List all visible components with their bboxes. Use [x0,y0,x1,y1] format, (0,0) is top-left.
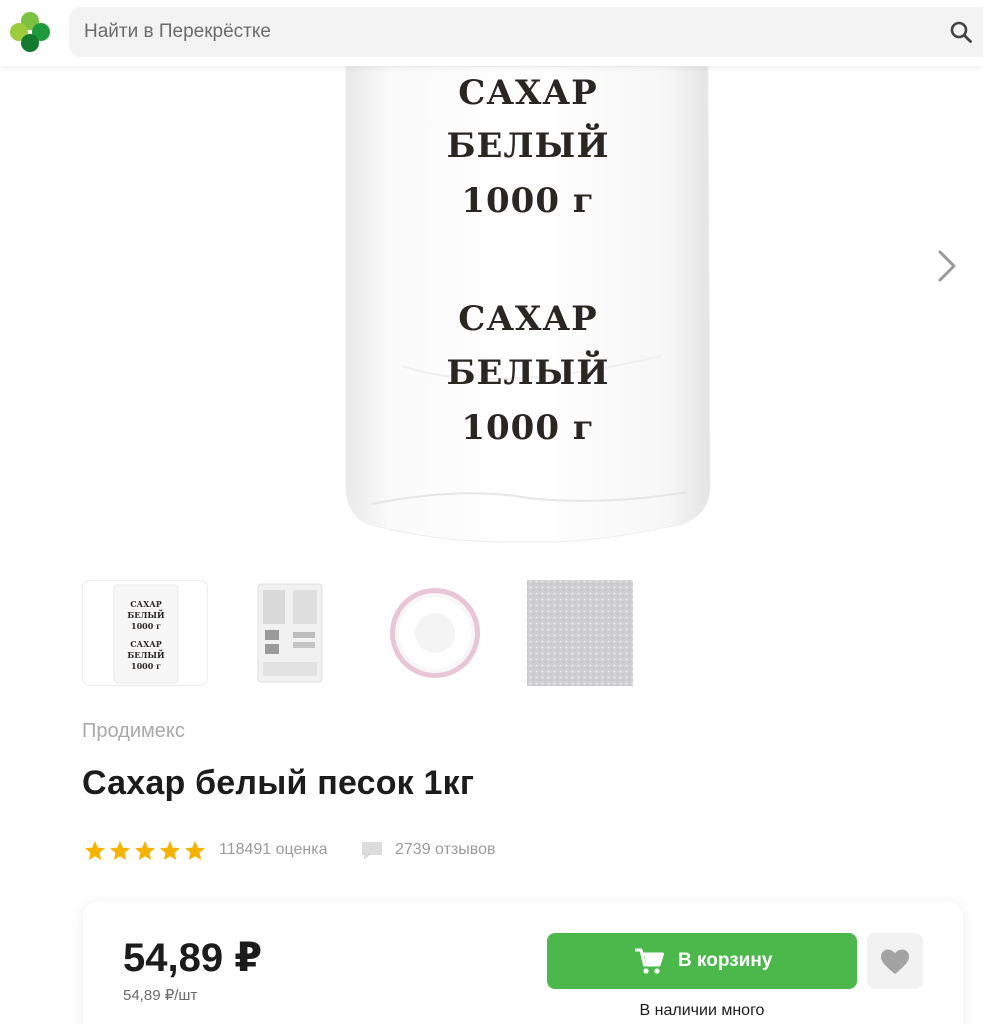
thumbnail-label-6: 1000 г [131,661,161,671]
reviews-link[interactable]: 2739 отзывов [395,841,495,859]
thumbnail-label-3: 1000 г [131,621,161,631]
bag-label-1: САХАР [458,73,598,113]
thumbnail-back[interactable] [227,580,353,686]
thumbnail-bowl[interactable] [372,580,498,686]
add-to-cart-label: В корзину [678,950,773,971]
product-image: САХАР БЕЛЫЙ 1000 г САХАР БЕЛЫЙ 1000 г [342,66,714,544]
star-icon [85,841,105,860]
rating-stars[interactable] [84,840,208,862]
star-icon [185,841,205,860]
thumbnail-label-2: БЕЛЫЙ [127,610,165,620]
heart-icon [881,949,909,974]
star-icon [110,841,130,860]
product-brand[interactable]: Продимекс [82,720,185,743]
price: 54,89 ₽ [123,936,263,980]
comment-icon [362,842,382,860]
product-gallery: САХАР БЕЛЫЙ 1000 г САХАР БЕЛЫЙ 1000 г [0,66,983,566]
price-card: 54,89 ₽ 54,89 ₽/шт В корзину В наличии м… [83,902,963,1024]
thumbnail-strip: САХАР БЕЛЫЙ 1000 г САХАР БЕЛЫЙ 1000 г [82,580,643,686]
thumbnail-label-4: САХАР [130,639,162,649]
bag-label-5: БЕЛЫЙ [446,353,610,393]
search-input[interactable] [69,7,929,57]
search-icon[interactable] [949,20,973,44]
favorite-button[interactable] [867,933,923,989]
stock-status: В наличии много [639,1002,765,1019]
header [0,0,983,66]
thumbnail-texture[interactable] [517,580,643,686]
product-page: САХАР БЕЛЫЙ 1000 г САХАР БЕЛЫЙ 1000 г СА… [0,0,983,1024]
rating-row: 118491 оценка 2739 отзывов [84,838,584,864]
thumbnail-label-5: БЕЛЫЙ [127,650,165,660]
bag-label-3: 1000 г [461,181,595,221]
add-to-cart-button[interactable]: В корзину [547,933,857,989]
product-title: Сахар белый песок 1кг [82,764,475,802]
rating-count: 118491 оценка [219,841,328,858]
cart-icon [635,948,664,974]
chevron-right-icon[interactable] [934,248,960,284]
star-icon [160,841,180,860]
unit-price: 54,89 ₽/шт [123,987,198,1004]
bag-label-2: БЕЛЫЙ [446,126,610,166]
star-icon [135,841,155,860]
thumbnail-front[interactable]: САХАР БЕЛЫЙ 1000 г САХАР БЕЛЫЙ 1000 г [82,580,208,686]
search-bar [69,7,983,57]
perekrestok-logo[interactable] [8,10,52,54]
bag-label-6: 1000 г [461,408,595,448]
bag-label-4: САХАР [458,299,598,339]
thumbnail-label-1: САХАР [130,599,162,609]
